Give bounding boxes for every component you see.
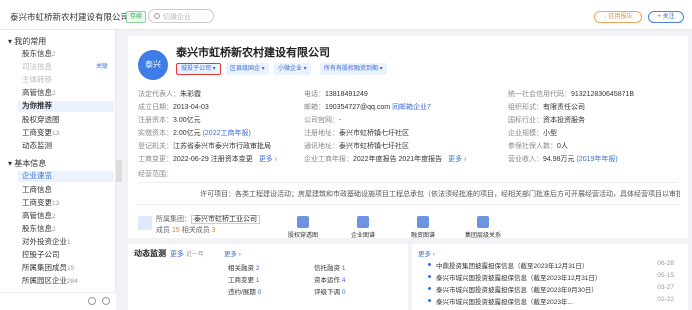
sidebar-item-changes[interactable]: 工商变更13	[22, 128, 114, 139]
top-bar: 泰兴市虹桥新农村建设有限公司 存续 切换企业 ↓ 信用报告 + 关注	[0, 0, 692, 30]
switch-company-search[interactable]: 切换企业	[148, 9, 214, 23]
history-label: 经营范围：	[138, 171, 173, 178]
news-item[interactable]: 中鼎投资集团披露担保信息（截至2023年12月31日） 06-28	[428, 260, 674, 270]
company-scale: 企业规模：小型	[508, 130, 557, 137]
email: 邮箱：190354727@qq.com 同邮箱企业7	[304, 104, 431, 111]
sidebar-item-park-companies[interactable]: 所属园区企业284	[22, 276, 114, 287]
dynamics-link[interactable]: 更多	[170, 251, 184, 258]
website: 公司官网：-	[304, 117, 342, 124]
registered-address: 注册地址：泰兴市虹桥镇七圩社区	[304, 130, 409, 137]
news-item[interactable]: 泰兴市城兴国投资披露担保信息（截至2023年... 02-22	[428, 296, 674, 306]
sidebar-item-investments[interactable]: 对外投资企业1	[22, 237, 114, 248]
tool-equity-chart[interactable]: 股权穿透图	[278, 216, 328, 240]
sidebar-item-group-members[interactable]: 所属集团成员15	[22, 263, 114, 274]
sidebar-item-overview[interactable]: 企业速览	[18, 171, 114, 182]
dyn-row-capital[interactable]: 资本运作 4	[314, 274, 345, 284]
sidebar-footer	[0, 292, 116, 310]
sidebar-item-transfer[interactable]: 主体转移	[22, 75, 114, 85]
sidebar-item-subsidiaries[interactable]: 控股子公司	[22, 250, 114, 260]
registration-authority: 登记机关：江苏省泰兴市泰兴市行政审批局	[138, 143, 271, 150]
group-info: 所属集团： 泰兴市虹桥工业公司 成员 15 相关成员 3	[138, 214, 266, 234]
sidebar: ▾ 我的常用 股东信息2 司法信息 关联 主体转移 高管信息2 为你推荐 股权穿透…	[0, 30, 116, 310]
sidebar-section-basic[interactable]: ▾ 基本信息	[8, 158, 46, 169]
tool-group-hierarchy[interactable]: 集团层级关系	[458, 216, 508, 240]
header-company-name: 泰兴市虹桥新农村建设有限公司	[10, 12, 130, 22]
business-scope: 许可项目：各类工程建设活动；房屋建筑和市政基础设施项目工程总承包（依法须经批准的…	[200, 191, 680, 198]
dynamics-more[interactable]: 更多 ›	[224, 248, 241, 258]
sidebar-section-common[interactable]: ▾ 我的常用	[8, 36, 46, 47]
sidebar-item-monitor[interactable]: 动态监测	[22, 141, 114, 151]
annual-report-2022[interactable]: 2022年度报告	[353, 156, 397, 163]
legal-rep: 法定代表人：朱彩霞	[138, 91, 201, 98]
dyn-row-financing[interactable]: 相关融资 2	[228, 262, 259, 272]
annual-reports: 企业工商年报：2022年度报告 2021年度报告 更多 ›	[304, 156, 467, 163]
dynamics-title: 动态监测 更多 近一年	[134, 249, 205, 258]
news-item[interactable]: 泰兴市城兴国投资披露担保信息（截至2023年9月30日） 03-27	[428, 284, 674, 294]
sidebar-item-shareholder-info[interactable]: 股东信息2	[22, 224, 114, 235]
annual-more-link[interactable]: 更多 ›	[448, 156, 466, 163]
credit-code: 统一社会信用代码：913212830645871B	[508, 91, 635, 98]
registered-capital: 注册资本：3.00亿元	[138, 117, 201, 124]
change-more-link[interactable]: 更多 ›	[259, 156, 277, 163]
company-card: 泰兴 泰兴市虹桥新农村建设有限公司 城投子公司 ▾ 区县级国企 ▾ 小微企业 ▾…	[128, 36, 688, 240]
follow-button[interactable]: + 关注	[648, 11, 684, 23]
contact-address: 通讯地址：泰兴市虹桥镇七圩社区	[304, 143, 409, 150]
same-email-link[interactable]: 同邮箱企业7	[392, 104, 431, 111]
sidebar-item-executive-info[interactable]: 高管信息2	[22, 211, 114, 222]
settings-icon[interactable]	[102, 297, 110, 305]
dyn-row-changes[interactable]: 工商变更 1	[228, 274, 259, 284]
sidebar-item-business-info[interactable]: 工商信息	[22, 185, 114, 195]
phone: 电话：13818491249	[304, 91, 368, 98]
news-more[interactable]: 更多 ›	[418, 248, 435, 258]
hierarchy-icon	[477, 216, 489, 228]
company-graph-icon	[357, 216, 369, 228]
tag-county-soe[interactable]: 区县级国企 ▾	[226, 63, 269, 75]
paid-capital: 实缴资本：2.00亿元 (2022工商年报)	[138, 130, 251, 137]
sidebar-item-recommend[interactable]: 为你推荐	[18, 101, 114, 112]
business-change: 工商变更：2022-06-29 注册资本变更 更多 ›	[138, 156, 278, 163]
org-type: 组织形式：有限责任公司	[508, 104, 585, 111]
tag-small-micro[interactable]: 小微企业 ▾	[274, 63, 311, 75]
insured-count: 参保社保人数：0人	[508, 143, 568, 150]
tag-equity-financing[interactable]: 所有有股权融资到期 ▾	[320, 63, 387, 75]
tag-lgfv-subsidiary[interactable]: 城投子公司 ▾	[176, 63, 221, 75]
divider	[138, 182, 678, 183]
company-title: 泰兴市虹桥新农村建设有限公司	[176, 47, 330, 59]
group-icon	[138, 216, 152, 230]
group-name-link[interactable]: 泰兴市虹桥工业公司	[191, 215, 260, 224]
dyn-row-default[interactable]: 违约/展期 0	[228, 286, 261, 296]
sidebar-link-related[interactable]: 关联	[96, 62, 108, 72]
tool-company-graph[interactable]: 企业图谱	[338, 216, 388, 240]
news-panel: 更多 › 中鼎投资集团披露担保信息（截至2023年12月31日） 06-28 泰兴…	[412, 244, 688, 310]
dynamics-panel: 动态监测 更多 近一年 更多 › 相关融资 2 工商变更 1 违约/展期 0 信托融…	[128, 244, 408, 310]
sidebar-item-shareholders[interactable]: 股东信息2	[22, 49, 114, 60]
company-logo: 泰兴	[138, 50, 168, 80]
main-content: 泰兴 泰兴市虹桥新农村建设有限公司 城投子公司 ▾ 区县级国企 ▾ 小微企业 ▾…	[122, 30, 692, 310]
sidebar-item-equity-chart[interactable]: 股权穿透图	[22, 115, 114, 125]
dyn-row-downgrade[interactable]: 评级下调 0	[314, 286, 345, 296]
sidebar-item-judicial[interactable]: 司法信息 关联	[22, 62, 114, 72]
financing-graph-icon	[417, 216, 429, 228]
annual-report-2021[interactable]: 2021年度报告	[399, 156, 443, 163]
eye-icon[interactable]	[88, 297, 96, 305]
status-badge: 存续	[126, 11, 147, 23]
sidebar-item-executives[interactable]: 高管信息2	[22, 88, 114, 99]
divider	[138, 204, 678, 205]
founded-date: 成立日期：2013-04-03	[138, 104, 209, 111]
sidebar-item-business-changes[interactable]: 工商变更13	[22, 198, 114, 209]
tool-financing-graph[interactable]: 融资图谱	[398, 216, 448, 240]
search-placeholder: 切换企业	[163, 14, 191, 21]
revenue: 营业收入：94.98万元 (2019年年报)	[508, 156, 618, 163]
credit-report-button[interactable]: ↓ 信用报告	[594, 11, 642, 23]
news-item[interactable]: 泰兴市城兴国投资披露担保信息（截至2023年12月31日） 05-15	[428, 272, 674, 282]
industry: 国标行业：资本投资服务	[508, 117, 585, 124]
search-icon	[154, 13, 160, 19]
dyn-row-trust[interactable]: 信托融资 1	[314, 262, 345, 272]
equity-chart-icon	[297, 216, 309, 228]
